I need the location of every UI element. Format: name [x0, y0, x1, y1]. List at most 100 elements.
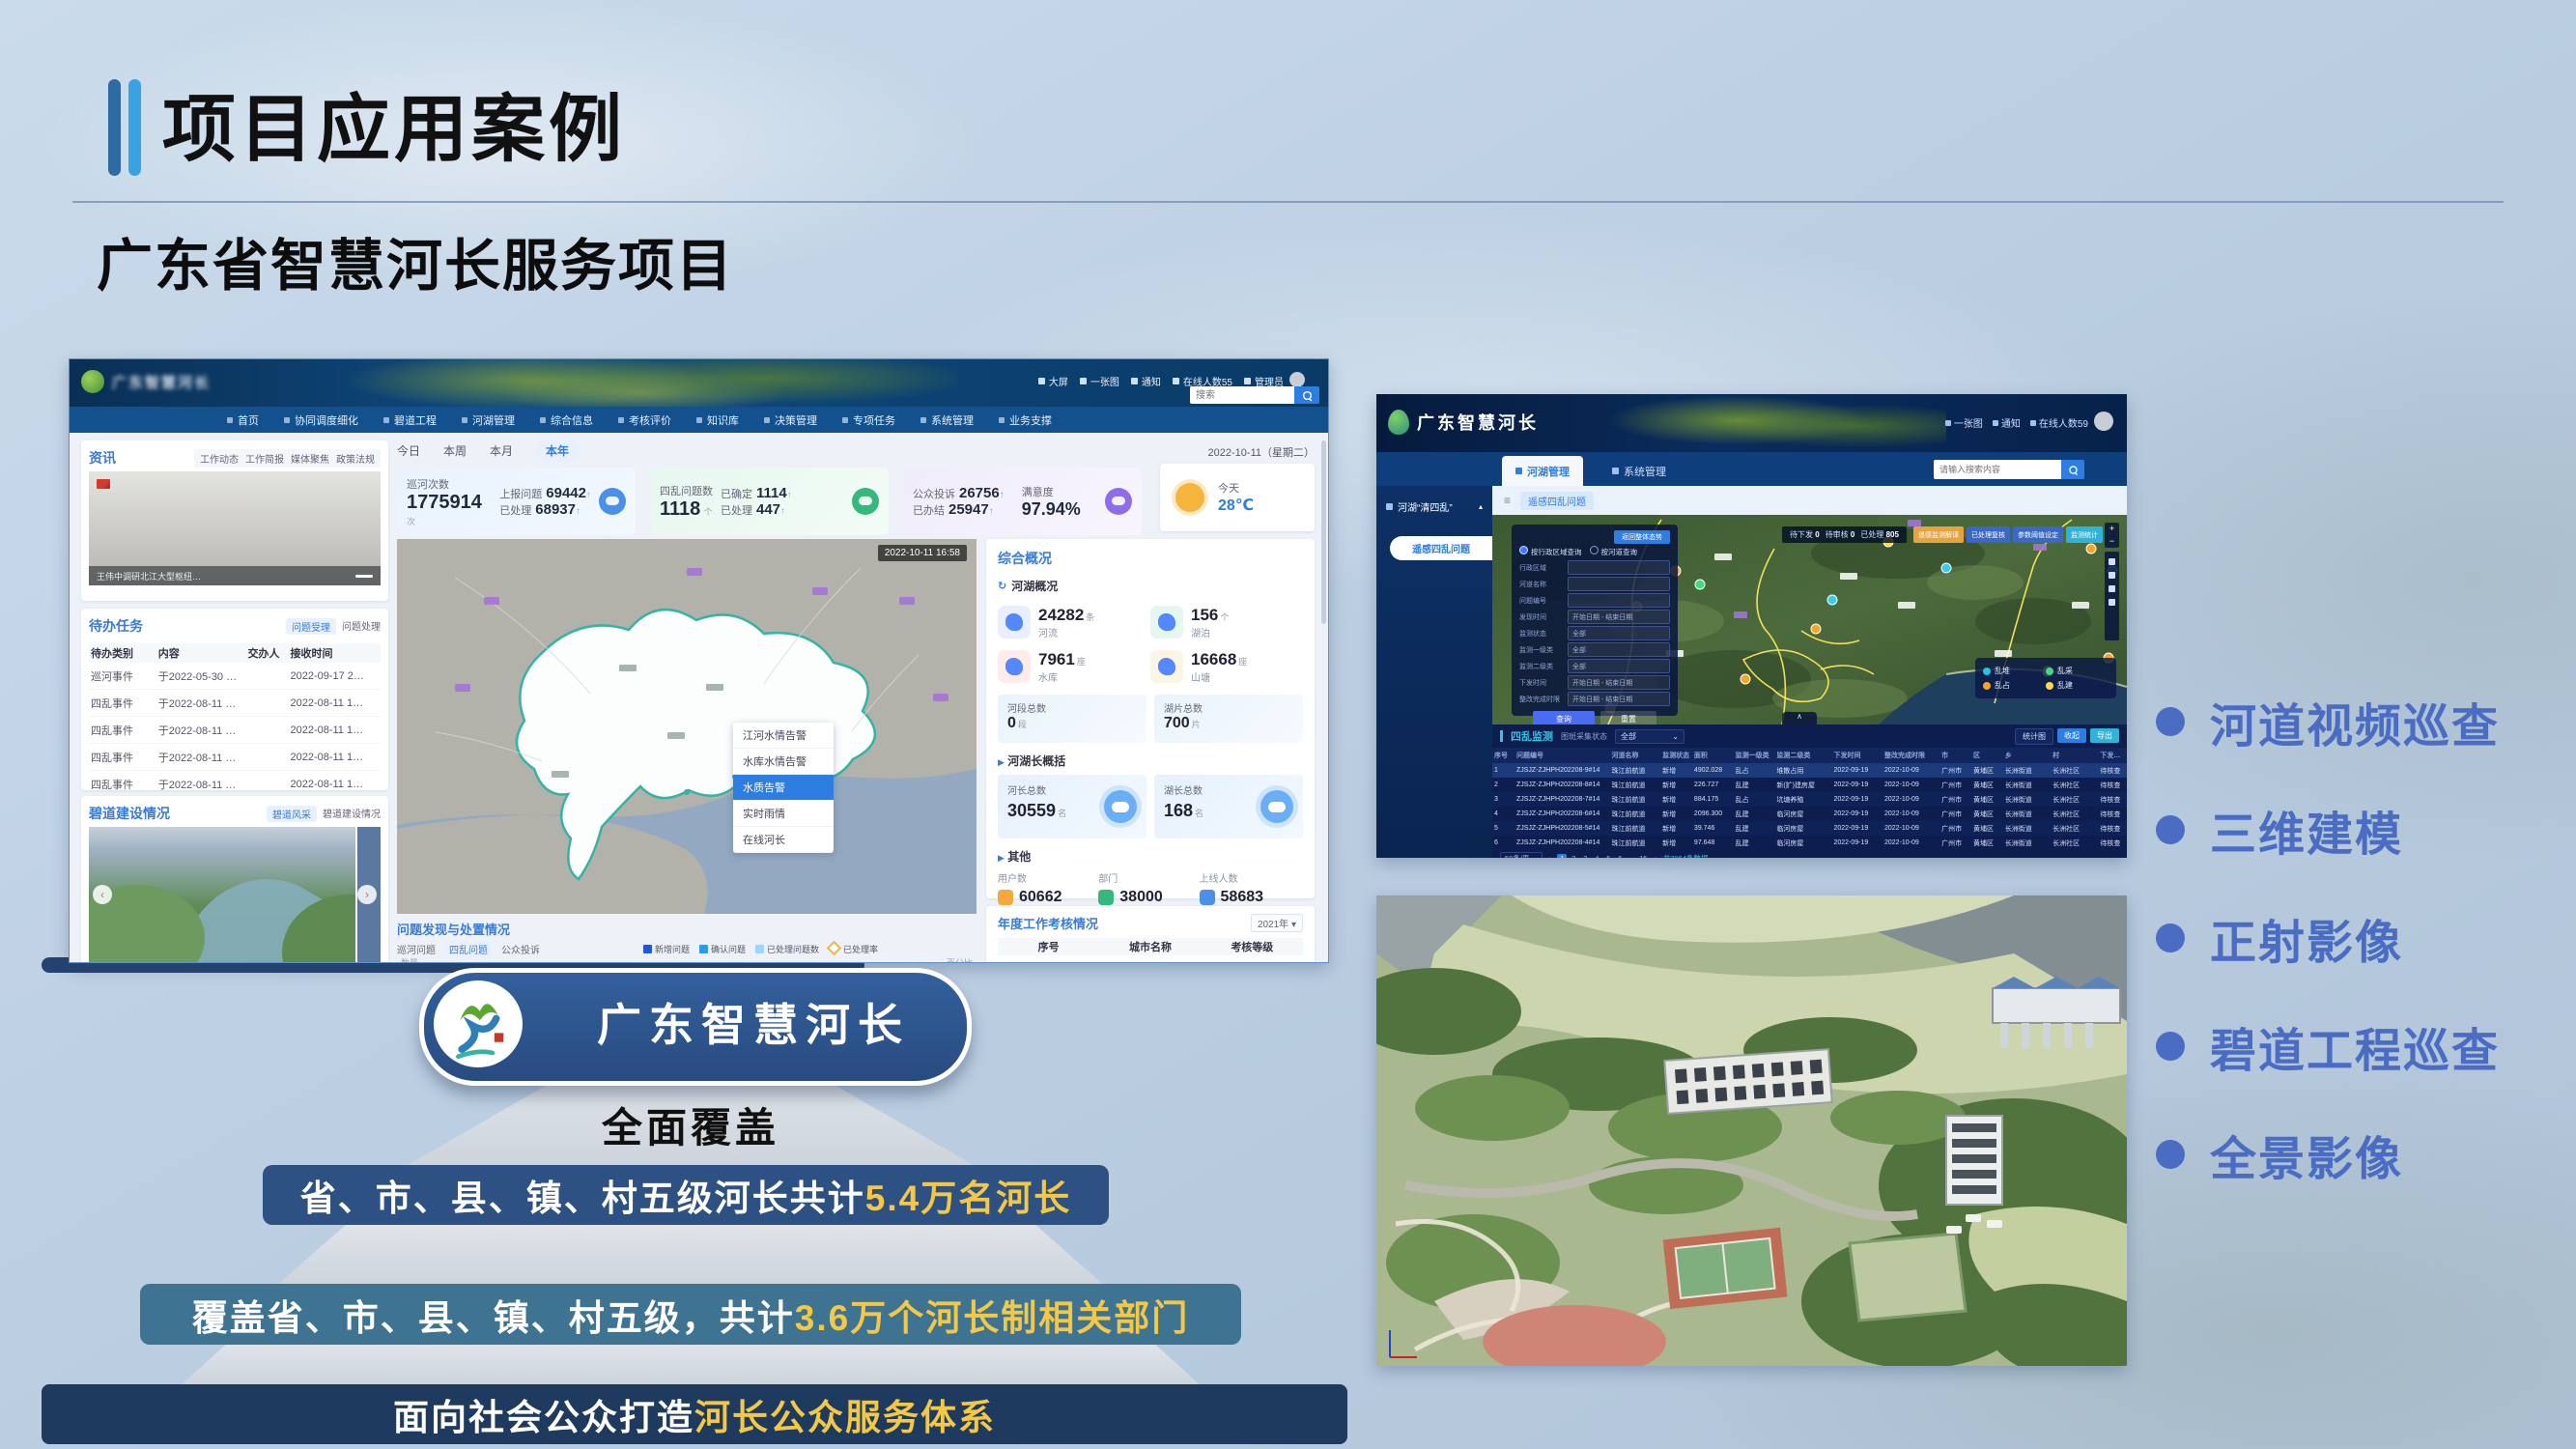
- period-tab[interactable]: 本周: [443, 442, 467, 459]
- table-row[interactable]: 四乱事件于2022-08-11 …2022-08-11 1…: [89, 717, 381, 744]
- period-tab[interactable]: 本年: [536, 440, 579, 461]
- alert-option[interactable]: 江河水情告警: [733, 723, 834, 749]
- news-tab[interactable]: 媒体聚焦: [291, 451, 329, 466]
- portal-nav-tab[interactable]: 考核评价: [606, 407, 684, 433]
- portal-nav-tab[interactable]: 决策管理: [751, 407, 830, 433]
- portal-nav-tab[interactable]: 首页: [214, 407, 271, 433]
- collapse-caret-icon[interactable]: ▴: [1479, 502, 1483, 511]
- back-overview-button[interactable]: 返回整体态势: [1614, 530, 1670, 544]
- greenway-link-progress[interactable]: 碧道建设情况: [323, 806, 381, 822]
- portal-nav-tab[interactable]: 知识库: [684, 407, 751, 433]
- filter-reset-button[interactable]: 重置: [1600, 711, 1656, 724]
- monitor-row[interactable]: 2ZJSJZ-ZJHPH202208-8#14珠江前航道新增226.727乱建新…: [1492, 778, 2127, 792]
- map-toolbar[interactable]: [2105, 552, 2119, 640]
- portal-nav-tab[interactable]: 系统管理: [908, 407, 986, 433]
- filter-control[interactable]: 全部: [1568, 642, 1670, 657]
- map-collapse-button[interactable]: ∧: [1782, 712, 1817, 724]
- page-number[interactable]: 3: [1580, 854, 1590, 858]
- next-page-icon[interactable]: ›: [1655, 854, 1657, 858]
- gis-tab-rivers[interactable]: 河湖管理: [1502, 456, 1583, 486]
- guangdong-map[interactable]: 江河水情告警水库水情告警水质告警实时雨情在线河长 2022-10-11 16:5…: [397, 539, 977, 914]
- gis-search-button[interactable]: [2061, 460, 2084, 479]
- alert-option[interactable]: 水质告警: [733, 775, 834, 801]
- news-tab[interactable]: 工作简报: [245, 451, 284, 466]
- portal-header-item[interactable]: 大屏: [1038, 374, 1068, 388]
- page-number[interactable]: 4: [1592, 854, 1601, 858]
- portal-header-item[interactable]: 一张图: [1080, 374, 1119, 388]
- table-row[interactable]: 四乱事件于2022-08-11 …2022-08-11 1…: [89, 771, 381, 798]
- page-size-select[interactable]: 50条/页 ⌄: [1500, 852, 1543, 858]
- assessment-row[interactable]: 1广州市优秀: [998, 955, 1303, 963]
- gis-header-item[interactable]: 一张图: [1945, 415, 1983, 430]
- sidebar-item-siluan[interactable]: 遥感四乱问题: [1390, 536, 1492, 560]
- page-number[interactable]: 15: [1638, 854, 1648, 858]
- news-tab[interactable]: 工作动态: [200, 451, 239, 466]
- sidebar-group-label[interactable]: 河湖“清四乱”: [1398, 499, 1453, 514]
- portal-nav-tab[interactable]: 河湖管理: [449, 407, 527, 433]
- filter-control[interactable]: 全部: [1568, 626, 1670, 640]
- portal-nav-tab[interactable]: 专项任务: [830, 407, 908, 433]
- portal-scrollbar[interactable]: [1321, 440, 1326, 624]
- filter-search-button[interactable]: 查询: [1533, 711, 1595, 724]
- monitor-action-button[interactable]: 统计图: [2015, 728, 2053, 745]
- prev-page-icon[interactable]: ‹: [1548, 854, 1551, 858]
- menu-icon[interactable]: ≡: [1504, 494, 1511, 507]
- map-action-button[interactable]: 已处理复核: [1967, 526, 2010, 543]
- carousel-next-button[interactable]: ›: [357, 885, 377, 904]
- page-number[interactable]: 2: [1569, 854, 1578, 858]
- breadcrumb-chip[interactable]: 遥感四乱问题: [1520, 492, 1594, 510]
- portal-header-item[interactable]: 通知: [1131, 374, 1161, 388]
- map-action-button[interactable]: 遥感监测解译: [1913, 526, 1964, 543]
- alert-option[interactable]: 实时雨情: [733, 801, 834, 827]
- filter-control[interactable]: 开始日期 - 结束日期: [1568, 675, 1670, 690]
- video-progress[interactable]: [355, 575, 373, 578]
- gis-satellite-map[interactable]: 返回整体态势 按行政区域查询 按河道查询 行政区域 河道名称: [1492, 515, 2127, 724]
- radio-by-region[interactable]: 按行政区域查询: [1519, 546, 1582, 557]
- carousel-prev-button[interactable]: ‹: [93, 885, 112, 904]
- table-row[interactable]: 四乱事件于2022-08-11 …2022-08-11 1…: [89, 690, 381, 717]
- monitor-action-button[interactable]: 收起: [2057, 728, 2086, 743]
- gis-avatar[interactable]: [2094, 412, 2113, 431]
- filter-control[interactable]: 开始日期 - 结束日期: [1568, 692, 1670, 706]
- period-tab[interactable]: 今日: [397, 442, 420, 459]
- portal-nav-tab[interactable]: 业务支撑: [986, 407, 1064, 433]
- filter-control[interactable]: [1568, 560, 1670, 575]
- monitor-action-button[interactable]: 导出: [2090, 728, 2119, 743]
- issues-tab-patrol[interactable]: 巡河问题: [397, 942, 436, 956]
- issues-tab-complaint[interactable]: 公众投诉: [501, 942, 540, 956]
- alert-option[interactable]: 在线河长: [733, 827, 834, 853]
- page-number[interactable]: 5: [1603, 854, 1613, 858]
- search-button[interactable]: [1294, 386, 1319, 404]
- carousel-dots[interactable]: [89, 962, 381, 963]
- todo-link-handle[interactable]: 问题处理: [342, 618, 381, 635]
- monitor-row[interactable]: 4ZJSJZ-ZJHPH202208-6#14珠江前航道新增2096.300乱建…: [1492, 807, 2127, 821]
- filter-control[interactable]: [1568, 593, 1670, 608]
- portal-nav-tab[interactable]: 综合信息: [527, 407, 606, 433]
- avatar[interactable]: [1289, 372, 1305, 387]
- monitor-row[interactable]: 5ZJSJZ-ZJHPH202208-5#14珠江前航道新增39.746乱建临河…: [1492, 821, 2127, 836]
- monitor-row[interactable]: 3ZJSJZ-ZJHPH202208-7#14珠江前航道新增884.175乱占坑…: [1492, 792, 2127, 807]
- monitor-row[interactable]: 1ZJSJZ-ZJHPH202208-9#14珠江前航道新增4902.028乱占…: [1492, 763, 2127, 778]
- table-row[interactable]: 巡河事件于2022-05-30 …2022-09-17 2…: [89, 663, 381, 690]
- period-tab[interactable]: 本月: [490, 442, 513, 459]
- todo-link-accept[interactable]: 问题受理: [286, 618, 336, 635]
- table-row[interactable]: 四乱事件于2022-08-11 …2022-08-11 1…: [89, 744, 381, 771]
- map-action-button[interactable]: 参数阈值设定: [2013, 526, 2063, 543]
- filter-control[interactable]: 全部: [1568, 659, 1670, 673]
- page-number[interactable]: 1: [1557, 854, 1567, 858]
- search-input[interactable]: [1190, 386, 1294, 404]
- alert-option[interactable]: 水库水情告警: [733, 749, 834, 775]
- portal-nav-tab[interactable]: 碧道工程: [371, 407, 449, 433]
- page-number[interactable]: 6: [1615, 854, 1625, 858]
- status-select[interactable]: 全部⌄: [1615, 729, 1684, 744]
- issues-tab-siluan[interactable]: 四乱问题: [443, 941, 494, 957]
- news-tab[interactable]: 政策法规: [336, 451, 375, 466]
- radio-by-river[interactable]: 按河道查询: [1590, 546, 1638, 557]
- filter-control[interactable]: 开始日期 - 结束日期: [1568, 610, 1670, 624]
- gis-tab-system[interactable]: 系统管理: [1599, 456, 1680, 486]
- greenway-link-style[interactable]: 碧道风采: [267, 806, 317, 822]
- page-number[interactable]: …: [1627, 854, 1636, 858]
- portal-nav-tab[interactable]: 协同调度细化: [271, 407, 371, 433]
- gis-header-item[interactable]: 在线人数59: [2030, 415, 2088, 430]
- year-select[interactable]: 2021年 ▾: [1251, 914, 1303, 932]
